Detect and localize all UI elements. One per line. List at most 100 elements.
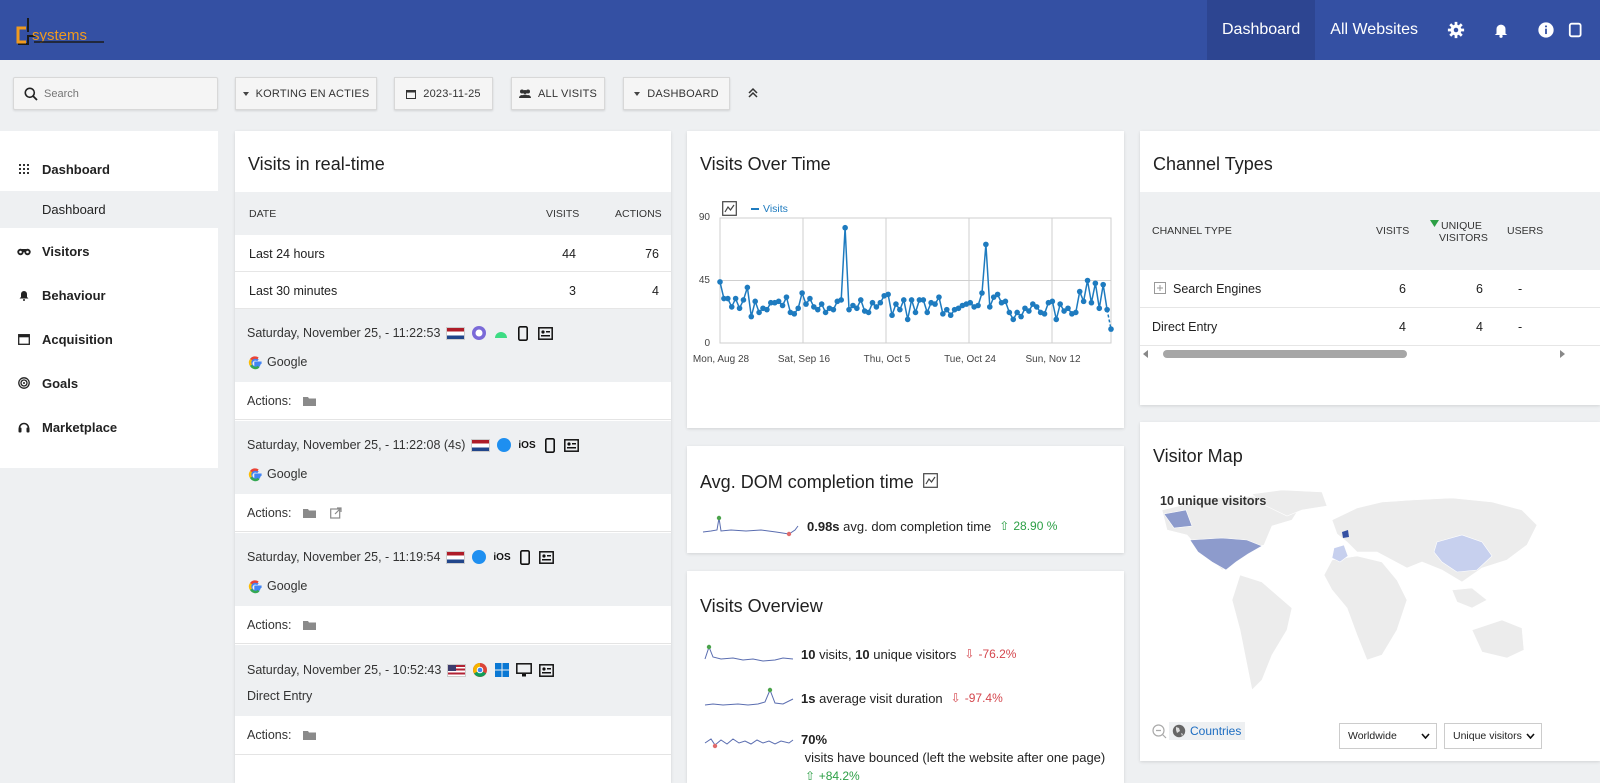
visits-filter[interactable]: ALL VISITS [511, 77, 605, 110]
data-point[interactable] [912, 309, 919, 316]
data-point[interactable] [1002, 298, 1009, 305]
expand-plus-icon[interactable] [1154, 282, 1166, 294]
data-point[interactable] [869, 299, 876, 306]
data-point[interactable] [1018, 313, 1024, 320]
data-point[interactable] [908, 297, 915, 303]
data-point[interactable] [1104, 306, 1110, 313]
data-point[interactable] [803, 301, 809, 307]
data-point[interactable] [924, 309, 931, 316]
data-point[interactable] [943, 306, 950, 313]
data-point[interactable] [725, 295, 731, 302]
data-point[interactable] [748, 313, 755, 320]
sidebar-item-dashboard[interactable]: Dashboard [0, 147, 218, 191]
data-point[interactable] [1010, 316, 1017, 323]
data-point[interactable] [920, 297, 927, 303]
sidebar-item-goals[interactable]: Goals [0, 361, 218, 405]
data-point[interactable] [842, 224, 848, 231]
collapse-up-icon[interactable] [744, 84, 762, 102]
data-point[interactable] [1049, 298, 1056, 305]
data-point[interactable] [1092, 280, 1099, 287]
data-point[interactable] [1084, 277, 1091, 284]
sidebar-item-acquisition[interactable]: Acquisition [0, 317, 218, 361]
date-selector[interactable]: 2023-11-25 [394, 77, 493, 110]
zoom-out-icon[interactable] [1152, 724, 1167, 739]
data-point[interactable] [732, 295, 739, 302]
visit-entry[interactable]: Saturday, November 25, - 11:22:08 (4s) i… [235, 421, 671, 494]
gear-icon[interactable] [1433, 0, 1478, 60]
sparkline[interactable] [703, 685, 795, 711]
data-point[interactable] [1088, 299, 1095, 306]
data-point[interactable] [779, 302, 786, 309]
data-point[interactable] [799, 290, 805, 296]
visitor-profile-icon[interactable] [539, 549, 555, 565]
sign-out-icon[interactable] [1568, 0, 1600, 60]
data-point[interactable] [893, 301, 899, 307]
col-date[interactable]: DATE [249, 208, 276, 220]
sparkline[interactable] [703, 731, 795, 757]
sidebar-item-visitors[interactable]: Visitors [0, 229, 218, 273]
visitor-profile-icon[interactable] [537, 325, 553, 341]
data-point[interactable] [791, 311, 798, 317]
data-point[interactable] [1014, 309, 1020, 316]
visit-entry[interactable]: Saturday, November 25, - 11:22:53 Google [235, 309, 671, 382]
data-point[interactable] [975, 302, 981, 309]
col-actions[interactable]: ACTIONS [615, 208, 662, 220]
data-point[interactable] [986, 304, 993, 310]
visit-entry[interactable]: Saturday, November 25, - 11:19:54 iOS Go… [235, 533, 671, 606]
region-select[interactable]: Worldwide [1339, 723, 1437, 749]
data-point[interactable] [904, 316, 911, 323]
data-point[interactable] [877, 299, 884, 306]
data-point[interactable] [1080, 298, 1087, 305]
countries-link[interactable]: Countries [1169, 722, 1246, 740]
col-visits[interactable]: VISITS [1376, 225, 1409, 237]
nav-all-websites[interactable]: All Websites [1315, 0, 1433, 60]
data-point[interactable] [756, 309, 762, 316]
data-point[interactable] [1065, 305, 1071, 312]
data-point[interactable] [764, 306, 770, 313]
sidebar-item-behaviour[interactable]: Behaviour [0, 273, 218, 317]
visitor-profile-icon[interactable] [564, 437, 580, 453]
visitor-profile-icon[interactable] [538, 662, 554, 678]
data-point[interactable] [736, 305, 743, 312]
folder-icon[interactable] [303, 508, 316, 518]
segment-selector[interactable]: KORTING EN ACTIES [235, 77, 377, 110]
visit-entry[interactable]: Saturday, November 25, - 10:52:43 Direct… [235, 645, 671, 716]
data-point[interactable] [818, 301, 825, 307]
col-visits[interactable]: VISITS [546, 208, 579, 220]
data-point[interactable] [1057, 301, 1063, 307]
sparkline[interactable] [701, 514, 801, 538]
data-point[interactable] [1100, 281, 1106, 288]
bell-icon[interactable] [1478, 0, 1523, 60]
data-point[interactable] [775, 298, 782, 305]
data-point[interactable] [1006, 309, 1013, 316]
data-point[interactable] [744, 284, 751, 291]
external-link-icon[interactable] [330, 507, 342, 519]
data-point[interactable] [1096, 305, 1103, 312]
data-point[interactable] [830, 306, 837, 313]
dashboard-selector[interactable]: DASHBOARD [623, 77, 730, 110]
data-point[interactable] [885, 291, 891, 298]
data-point[interactable] [983, 241, 989, 248]
table-row[interactable]: Direct Entry 4 4 - [1140, 308, 1600, 346]
data-point[interactable] [838, 297, 845, 303]
data-point[interactable] [814, 306, 821, 313]
data-point[interactable] [897, 306, 903, 313]
data-point[interactable] [900, 297, 907, 303]
metric-select[interactable]: Unique visitors [1444, 723, 1542, 749]
data-point[interactable] [979, 290, 985, 296]
search-input[interactable] [44, 87, 194, 100]
search-box[interactable] [13, 77, 218, 110]
data-point[interactable] [1026, 308, 1032, 314]
data-point[interactable] [1041, 311, 1048, 317]
info-icon[interactable] [1523, 0, 1568, 60]
data-point[interactable] [1033, 304, 1040, 310]
data-point[interactable] [940, 311, 946, 317]
folder-icon[interactable] [303, 730, 316, 740]
data-point[interactable] [873, 304, 880, 310]
nav-dashboard[interactable]: Dashboard [1206, 0, 1316, 60]
col-channel-type[interactable]: CHANNEL TYPE [1152, 225, 1232, 237]
data-point[interactable] [854, 305, 860, 312]
data-point[interactable] [1073, 309, 1079, 316]
data-point[interactable] [936, 294, 942, 300]
chart-type-icon[interactable] [923, 473, 938, 488]
